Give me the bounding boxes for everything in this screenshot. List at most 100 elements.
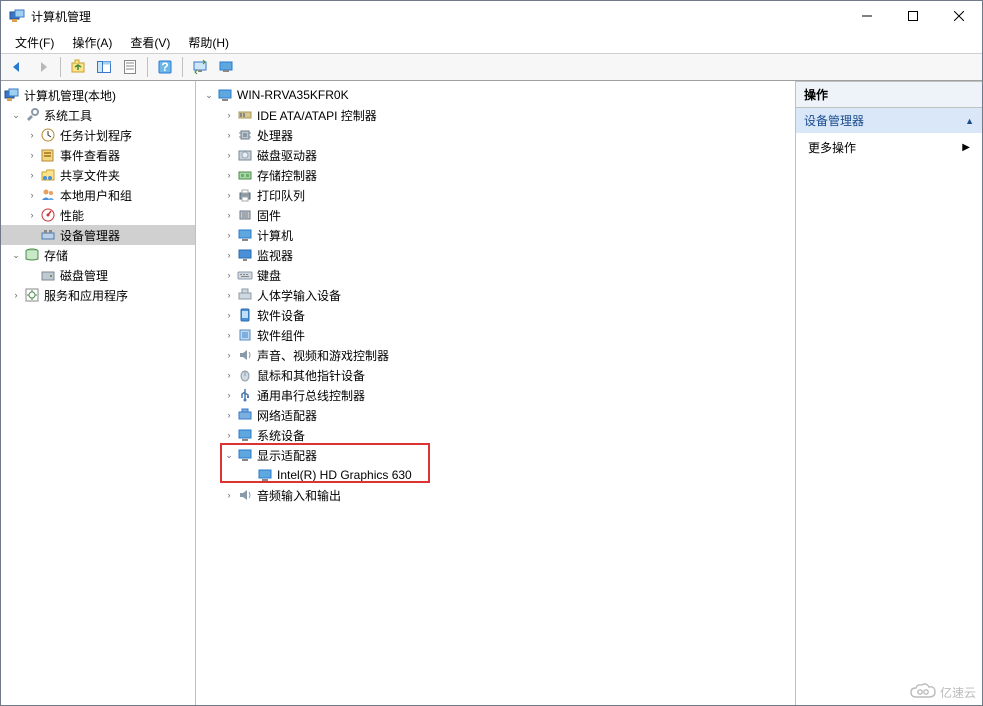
software-component-icon [237, 327, 253, 343]
menu-help[interactable]: 帮助(H) [180, 32, 237, 53]
expand-icon[interactable]: › [222, 208, 236, 222]
device-ide-ata[interactable]: ›IDE ATA/ATAPI 控制器 [196, 105, 795, 125]
menu-view[interactable]: 查看(V) [122, 32, 178, 53]
device-label: 计算机 [257, 227, 299, 244]
device-firmware[interactable]: ›固件 [196, 205, 795, 225]
action-more-actions[interactable]: 更多操作 ▶ [796, 133, 982, 162]
expand-icon[interactable]: › [25, 148, 39, 162]
expand-icon[interactable]: › [222, 108, 236, 122]
tree-shared-folders[interactable]: › 共享文件夹 [1, 165, 195, 185]
tree-root-computer-management[interactable]: 计算机管理(本地) [1, 85, 195, 105]
menu-action[interactable]: 操作(A) [64, 32, 120, 53]
expand-icon[interactable]: › [222, 228, 236, 242]
app-icon [9, 8, 25, 24]
device-label: 声音、视频和游戏控制器 [257, 347, 395, 364]
expand-icon[interactable]: › [222, 248, 236, 262]
scan-hardware-button[interactable] [188, 55, 212, 79]
minimize-button[interactable] [844, 1, 890, 31]
tree-label: 计算机管理(本地) [24, 87, 122, 104]
device-disk-drive[interactable]: ›磁盘驱动器 [196, 145, 795, 165]
back-button[interactable] [5, 55, 29, 79]
device-software-component[interactable]: ›软件组件 [196, 325, 795, 345]
expand-icon[interactable]: › [25, 188, 39, 202]
storage-icon [24, 247, 40, 263]
maximize-button[interactable] [890, 1, 936, 31]
device-label: 网络适配器 [257, 407, 323, 424]
device-audio-io[interactable]: ›音频输入和输出 [196, 485, 795, 505]
device-hid[interactable]: ›人体学输入设备 [196, 285, 795, 305]
expand-icon[interactable]: › [222, 128, 236, 142]
close-button[interactable] [936, 1, 982, 31]
device-computer-category[interactable]: › 计算机 [196, 225, 795, 245]
expand-icon[interactable]: › [222, 308, 236, 322]
usb-icon [237, 387, 253, 403]
device-display-adapter[interactable]: ⌄显示适配器 [196, 445, 795, 465]
svg-text:?: ? [161, 60, 168, 74]
device-processor[interactable]: › 处理器 [196, 125, 795, 145]
tree-task-scheduler[interactable]: › 任务计划程序 [1, 125, 195, 145]
expand-icon[interactable]: › [25, 128, 39, 142]
expand-icon[interactable]: › [9, 288, 23, 302]
expand-icon[interactable]: › [25, 168, 39, 182]
tree-performance[interactable]: › 性能 [1, 205, 195, 225]
expand-icon[interactable]: › [222, 388, 236, 402]
expand-icon[interactable]: ⌄ [202, 88, 216, 102]
device-software-device[interactable]: › 软件设备 [196, 305, 795, 325]
device-keyboard[interactable]: ›键盘 [196, 265, 795, 285]
tree-local-users[interactable]: › 本地用户和组 [1, 185, 195, 205]
tree-label: 存储 [44, 247, 74, 264]
help-button[interactable]: ? [153, 55, 177, 79]
device-network-adapter[interactable]: › 网络适配器 [196, 405, 795, 425]
actions-section-title[interactable]: 设备管理器 ▲ [796, 108, 982, 133]
device-system-device[interactable]: › 系统设备 [196, 425, 795, 445]
device-label: WIN-RRVA35KFR0K [237, 88, 355, 102]
expand-icon[interactable]: › [222, 168, 236, 182]
computer-icon [217, 87, 233, 103]
expand-icon[interactable]: › [222, 428, 236, 442]
device-computer-root[interactable]: ⌄ WIN-RRVA35KFR0K [196, 85, 795, 105]
system-device-icon [237, 427, 253, 443]
expand-icon[interactable]: › [222, 288, 236, 302]
firmware-icon [237, 207, 253, 223]
expand-icon[interactable]: › [222, 188, 236, 202]
audio-io-icon [237, 487, 253, 503]
properties-button[interactable] [118, 55, 142, 79]
expand-icon[interactable]: › [222, 148, 236, 162]
device-gpu-intel[interactable]: ›Intel(R) HD Graphics 630 [196, 465, 795, 485]
expand-icon[interactable]: ⌄ [222, 448, 236, 462]
expand-icon[interactable]: › [222, 368, 236, 382]
tree-disk-management[interactable]: › 磁盘管理 [1, 265, 195, 285]
content-area: 计算机管理(本地) ⌄ 系统工具 › 任务计划程序 › 事件查看器 › 共享文件… [1, 81, 982, 705]
expand-icon[interactable]: › [222, 488, 236, 502]
gpu-icon [257, 467, 273, 483]
tree-services-apps[interactable]: › 服务和应用程序 [1, 285, 195, 305]
device-label: 系统设备 [257, 427, 311, 444]
device-sound[interactable]: › 声音、视频和游戏控制器 [196, 345, 795, 365]
device-mouse[interactable]: ›鼠标和其他指针设备 [196, 365, 795, 385]
monitor-button[interactable] [214, 55, 238, 79]
expand-icon[interactable]: › [222, 348, 236, 362]
tree-event-viewer[interactable]: › 事件查看器 [1, 145, 195, 165]
expand-icon[interactable]: › [222, 328, 236, 342]
console-tree-pane: 计算机管理(本地) ⌄ 系统工具 › 任务计划程序 › 事件查看器 › 共享文件… [1, 81, 196, 705]
device-monitor[interactable]: ›监视器 [196, 245, 795, 265]
expand-icon[interactable]: ⌄ [9, 108, 23, 122]
expand-icon[interactable]: › [222, 268, 236, 282]
forward-button[interactable] [31, 55, 55, 79]
tree-storage[interactable]: ⌄ 存储 [1, 245, 195, 265]
expand-icon[interactable]: ⌄ [9, 248, 23, 262]
up-button[interactable] [66, 55, 90, 79]
actions-pane: 操作 设备管理器 ▲ 更多操作 ▶ [796, 81, 982, 705]
device-usb[interactable]: ›通用串行总线控制器 [196, 385, 795, 405]
menu-file[interactable]: 文件(F) [7, 32, 62, 53]
device-print-queue[interactable]: ›打印队列 [196, 185, 795, 205]
show-hide-tree-button[interactable] [92, 55, 116, 79]
expand-icon[interactable]: › [25, 208, 39, 222]
menu-bar: 文件(F) 操作(A) 查看(V) 帮助(H) [1, 31, 982, 53]
tree-device-manager[interactable]: › 设备管理器 [1, 225, 195, 245]
device-label: 处理器 [257, 127, 299, 144]
expand-icon[interactable]: › [222, 408, 236, 422]
device-label: 软件设备 [257, 307, 311, 324]
device-storage-controller[interactable]: ›存储控制器 [196, 165, 795, 185]
tree-system-tools[interactable]: ⌄ 系统工具 [1, 105, 195, 125]
